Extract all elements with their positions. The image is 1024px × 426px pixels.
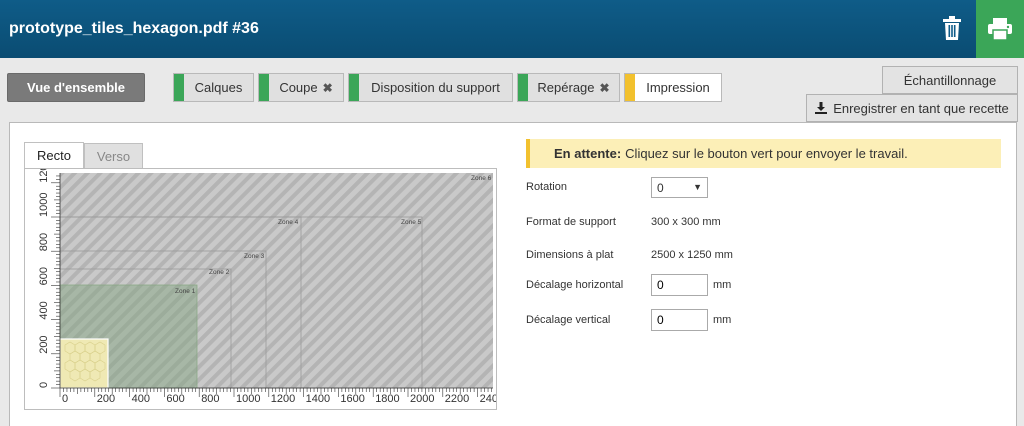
x-tick-label: 240	[480, 393, 496, 405]
tab-recto-label: Recto	[37, 148, 71, 163]
close-icon: ✖	[322, 80, 333, 95]
y-tick-label: 400	[38, 301, 50, 319]
preview-canvas: Zone 1 Zone 2 Zone 3 Zone 4 Zone 5 Zone …	[38, 158, 498, 405]
tab-print[interactable]: Impression	[624, 73, 722, 102]
media-format-label: Format de support	[526, 216, 616, 228]
flat-dimensions-value: 2500 x 1250 mm	[651, 249, 733, 261]
tab-print-label: Impression	[646, 80, 710, 95]
x-tick-label: 1000	[236, 393, 260, 405]
tab-overview-label: Vue d'ensemble	[27, 80, 125, 95]
dropdown-arrow-icon: ▼	[693, 182, 702, 192]
x-tick-label: 400	[132, 393, 150, 405]
vertical-offset-unit: mm	[713, 314, 732, 326]
tab-registration[interactable]: Repérage ✖	[517, 73, 620, 102]
save-recipe-button[interactable]: Enregistrer en tant que recette	[806, 94, 1018, 122]
tab-layout[interactable]: Disposition du support	[348, 73, 513, 102]
horizontal-offset-input[interactable]	[651, 274, 708, 296]
vertical-offset-label: Décalage vertical	[526, 314, 611, 326]
download-icon	[815, 102, 828, 114]
tab-verso[interactable]: Verso	[84, 143, 143, 169]
horizontal-ruler: 0 200 400 600 800 1000 1200 1400 1600 1800 2000 220…	[59, 387, 498, 405]
x-tick-label: 1200	[271, 393, 295, 405]
tab-registration-label: Repérage	[537, 80, 595, 95]
tab-cut[interactable]: Coupe ✖	[258, 73, 344, 102]
rotation-label: Rotation	[526, 181, 567, 193]
tab-status-stripe	[518, 74, 528, 101]
tab-status-stripe	[174, 74, 184, 101]
x-tick-label: 200	[97, 393, 115, 405]
rotation-value: 0	[657, 180, 664, 195]
x-tick-label: 1400	[306, 393, 330, 405]
x-tick-label: 1800	[375, 393, 399, 405]
save-recipe-label: Enregistrer en tant que recette	[833, 100, 1009, 116]
y-tick-label: 800	[38, 233, 50, 251]
print-button[interactable]	[976, 0, 1024, 58]
horizontal-offset-unit: mm	[713, 279, 732, 291]
status-banner: En attente: Cliquez sur le bouton vert p…	[526, 139, 1001, 168]
tab-status-stripe	[625, 74, 635, 101]
tab-layers[interactable]: Calques	[173, 73, 254, 102]
tab-cut-label: Coupe	[279, 80, 318, 95]
y-tick-label: 600	[38, 267, 50, 285]
x-tick-label: 2000	[410, 393, 434, 405]
zone-label: Zone 2	[209, 269, 230, 276]
y-tick-label: 200	[38, 335, 50, 353]
tab-status-stripe	[259, 74, 269, 101]
tab-layout-label: Disposition du support	[371, 80, 500, 95]
close-icon: ✖	[599, 80, 610, 95]
sampling-button-label: Échantillonnage	[903, 72, 997, 88]
status-label: En attente:	[554, 146, 622, 161]
media-preview: Zone 1 Zone 2 Zone 3 Zone 4 Zone 5 Zone …	[24, 158, 498, 410]
flat-dimensions-label: Dimensions à plat	[526, 249, 614, 261]
zone-label: Zone 6	[471, 175, 492, 182]
status-message: Cliquez sur le bouton vert pour envoyer …	[625, 146, 908, 161]
trash-icon	[943, 16, 961, 40]
sampling-button[interactable]: Échantillonnage	[882, 66, 1018, 94]
y-tick-label: 1000	[38, 193, 50, 217]
media-format-value: 300 x 300 mm	[651, 216, 721, 228]
top-bar: prototype_tiles_hexagon.pdf #36	[0, 0, 1024, 58]
tab-recto[interactable]: Recto	[24, 142, 84, 169]
x-tick-label: 600	[166, 393, 184, 405]
tab-status-stripe	[349, 74, 359, 101]
x-tick-label: 1600	[340, 393, 364, 405]
document-title: prototype_tiles_hexagon.pdf #36	[9, 20, 259, 37]
zone-label: Zone 1	[175, 288, 196, 295]
y-tick-label: 0	[38, 382, 50, 388]
rotation-select[interactable]: 0 ▼	[651, 177, 708, 198]
tab-overview[interactable]: Vue d'ensemble	[7, 73, 145, 102]
zone-label: Zone 5	[401, 219, 422, 226]
y-tick-label: 1200	[38, 169, 50, 183]
zone-label: Zone 3	[244, 253, 265, 260]
x-tick-label: 800	[201, 393, 219, 405]
x-tick-label: 0	[62, 393, 68, 405]
x-tick-label: 2200	[445, 393, 469, 405]
delete-button[interactable]	[934, 10, 970, 46]
printer-icon	[988, 18, 1012, 40]
tab-layers-label: Calques	[194, 80, 243, 95]
vertical-offset-input[interactable]	[651, 309, 708, 331]
tab-verso-label: Verso	[96, 148, 131, 164]
zone-label: Zone 4	[278, 219, 299, 226]
horizontal-offset-label: Décalage horizontal	[526, 279, 624, 291]
vertical-ruler: 0 200 400 600 800 1000 1200	[38, 158, 61, 389]
